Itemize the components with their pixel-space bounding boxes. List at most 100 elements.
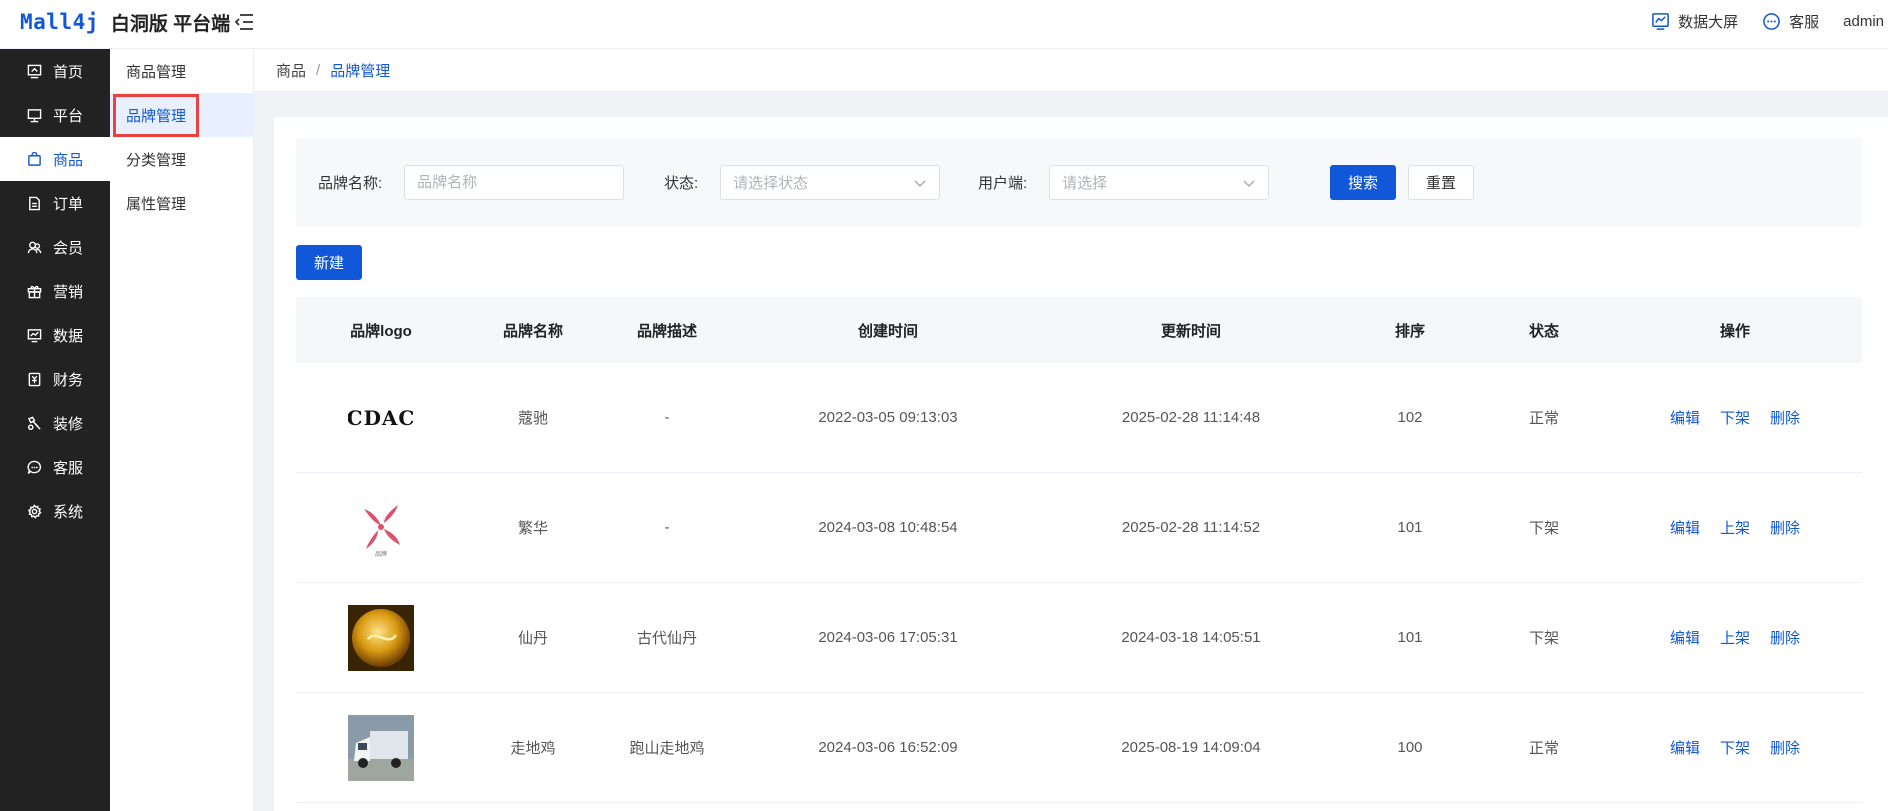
sidebar-item-label: 装修 [53, 415, 84, 433]
goods-icon [28, 151, 41, 166]
delete-link[interactable]: 删除 [1770, 627, 1800, 648]
breadcrumb-current: 品牌管理 [330, 62, 391, 80]
column-header-created: 创建时间 [857, 322, 918, 340]
secondary-sidebar: 商品管理 品牌管理 分类管理 属性管理 [110, 49, 254, 811]
edit-link[interactable]: 编辑 [1670, 517, 1700, 538]
status-value: 正常 [1528, 740, 1559, 757]
data-screen-label: 数据大屏 [1678, 14, 1739, 31]
edit-link[interactable]: 编辑 [1670, 737, 1700, 758]
brand-logo-cell [296, 714, 466, 781]
gear-icon [27, 503, 42, 519]
main-content: 商品 / 品牌管理 品牌名称: 状态: 请选择状态 用户端: 请选择 [254, 49, 1888, 811]
brand-logo-cell: CDAC [296, 385, 466, 451]
sidebar-item-marketing[interactable]: 营销 [0, 269, 110, 313]
svg-text:CDAC: CDAC [348, 406, 414, 430]
home-icon [27, 64, 42, 78]
user-name[interactable]: admin [1843, 13, 1884, 30]
sidebar-item-label: 首页 [53, 63, 84, 81]
sidebar-item-finance[interactable]: 财务 [0, 357, 110, 401]
sidebar-item-order[interactable]: 订单 [0, 181, 110, 225]
sidebar-item-label: 营销 [53, 283, 84, 301]
toggle-listing-link[interactable]: 下架 [1720, 407, 1750, 428]
new-brand-button[interactable]: 新建 [296, 245, 362, 280]
created-time: 2024-03-08 10:48:54 [818, 519, 958, 536]
svg-text:品牌: 品牌 [375, 550, 387, 558]
chat-icon [1763, 13, 1780, 30]
sidebar-item-goods[interactable]: 商品 [0, 137, 110, 181]
column-header-description: 品牌描述 [636, 322, 697, 340]
toggle-listing-link[interactable]: 下架 [1720, 737, 1750, 758]
sidebar-item-platform[interactable]: 平台 [0, 93, 110, 137]
sidebar-item-home[interactable]: 首页 [0, 49, 110, 93]
delete-link[interactable]: 删除 [1770, 517, 1800, 538]
top-bar: Mall4j 白洞版 平台端 数据大屏 客服 admin [0, 0, 1888, 49]
client-field: 用户端: 请选择 [978, 165, 1270, 200]
data-icon [27, 328, 42, 342]
sidebar-item-service[interactable]: 客服 [0, 445, 110, 489]
sidebar-item-label: 会员 [53, 239, 84, 257]
data-screen-link[interactable]: 数据大屏 [1651, 11, 1738, 32]
status-select[interactable]: 请选择状态 [720, 165, 941, 200]
primary-sidebar: 首页 平台 商品 订单 会员 营销 数据 财务 装修 客服 系统 [0, 49, 110, 811]
brand-description: 跑山走地鸡 [629, 740, 705, 757]
row-actions: 编辑 下架 删除 [1608, 737, 1862, 758]
status-value: 下架 [1528, 630, 1559, 647]
delete-link[interactable]: 删除 [1770, 737, 1800, 758]
row-actions: 编辑 上架 删除 [1608, 627, 1862, 648]
content-card: 品牌名称: 状态: 请选择状态 用户端: 请选择 搜索 重置 新建 [274, 117, 1888, 811]
updated-time: 2025-02-28 11:14:48 [1121, 409, 1261, 426]
breadcrumb-parent[interactable]: 商品 [276, 60, 306, 81]
updated-time: 2025-08-19 14:09:04 [1121, 739, 1261, 756]
brand-name-field: 品牌名称: [318, 165, 625, 200]
order-icon [29, 196, 40, 210]
sort-value: 102 [1397, 409, 1423, 426]
customer-service-link[interactable]: 客服 [1762, 11, 1819, 32]
app-logo[interactable]: Mall4j 白洞版 平台端 [20, 10, 231, 35]
sidebar-item-member[interactable]: 会员 [0, 225, 110, 269]
collapse-menu-icon[interactable] [232, 11, 256, 33]
golden-orb-logo [348, 604, 414, 671]
edit-link[interactable]: 编辑 [1670, 407, 1700, 428]
status-label: 状态: [664, 175, 699, 192]
service-icon [27, 460, 42, 474]
client-select[interactable]: 请选择 [1049, 165, 1270, 200]
brand-description: - [664, 519, 670, 536]
updated-time: 2024-03-18 14:05:51 [1121, 629, 1261, 646]
sidebar-item-data[interactable]: 数据 [0, 313, 110, 357]
sort-value: 101 [1397, 629, 1423, 646]
sidebar-item-system[interactable]: 系统 [0, 489, 110, 533]
client-select-placeholder: 请选择 [1062, 175, 1108, 192]
chevron-down-icon [914, 180, 926, 187]
search-button[interactable]: 搜索 [1330, 165, 1396, 200]
subnav-item-attribute-management[interactable]: 属性管理 [110, 181, 253, 225]
subnav-item-category-management[interactable]: 分类管理 [110, 137, 253, 181]
column-header-sort: 排序 [1394, 322, 1425, 340]
subnav-item-goods-management[interactable]: 商品管理 [110, 49, 253, 93]
search-panel: 品牌名称: 状态: 请选择状态 用户端: 请选择 搜索 重置 [296, 138, 1862, 227]
table-header: 品牌logo 品牌名称 品牌描述 创建时间 更新时间 排序 状态 操作 [296, 297, 1862, 363]
sidebar-item-decorate[interactable]: 装修 [0, 401, 110, 445]
sidebar-item-label: 平台 [53, 107, 84, 125]
sidebar-item-label: 订单 [53, 195, 84, 213]
logo-mark: Mall4j [20, 10, 99, 34]
member-icon [27, 241, 42, 253]
breadcrumb: 商品 / 品牌管理 [254, 49, 1888, 92]
reset-button[interactable]: 重置 [1408, 165, 1474, 200]
brand-name-input[interactable] [404, 165, 625, 200]
subnav-item-label: 属性管理 [126, 195, 187, 213]
brand-name: 繁华 [517, 520, 548, 537]
delete-link[interactable]: 删除 [1770, 407, 1800, 428]
logo-text: 白洞版 平台端 [110, 13, 231, 35]
toggle-listing-link[interactable]: 上架 [1720, 627, 1750, 648]
brand-description: 古代仙丹 [636, 630, 697, 647]
sidebar-item-label: 系统 [53, 503, 84, 521]
subnav-item-brand-management[interactable]: 品牌管理 [110, 93, 253, 137]
subnav-item-label: 商品管理 [126, 63, 187, 81]
row-actions: 编辑 下架 删除 [1608, 407, 1862, 428]
edit-link[interactable]: 编辑 [1670, 627, 1700, 648]
brand-name-label: 品牌名称: [318, 175, 383, 192]
toggle-listing-link[interactable]: 上架 [1720, 517, 1750, 538]
column-header-status: 状态 [1528, 322, 1559, 340]
sidebar-item-label: 财务 [53, 371, 84, 389]
status-select-placeholder: 请选择状态 [733, 175, 809, 192]
